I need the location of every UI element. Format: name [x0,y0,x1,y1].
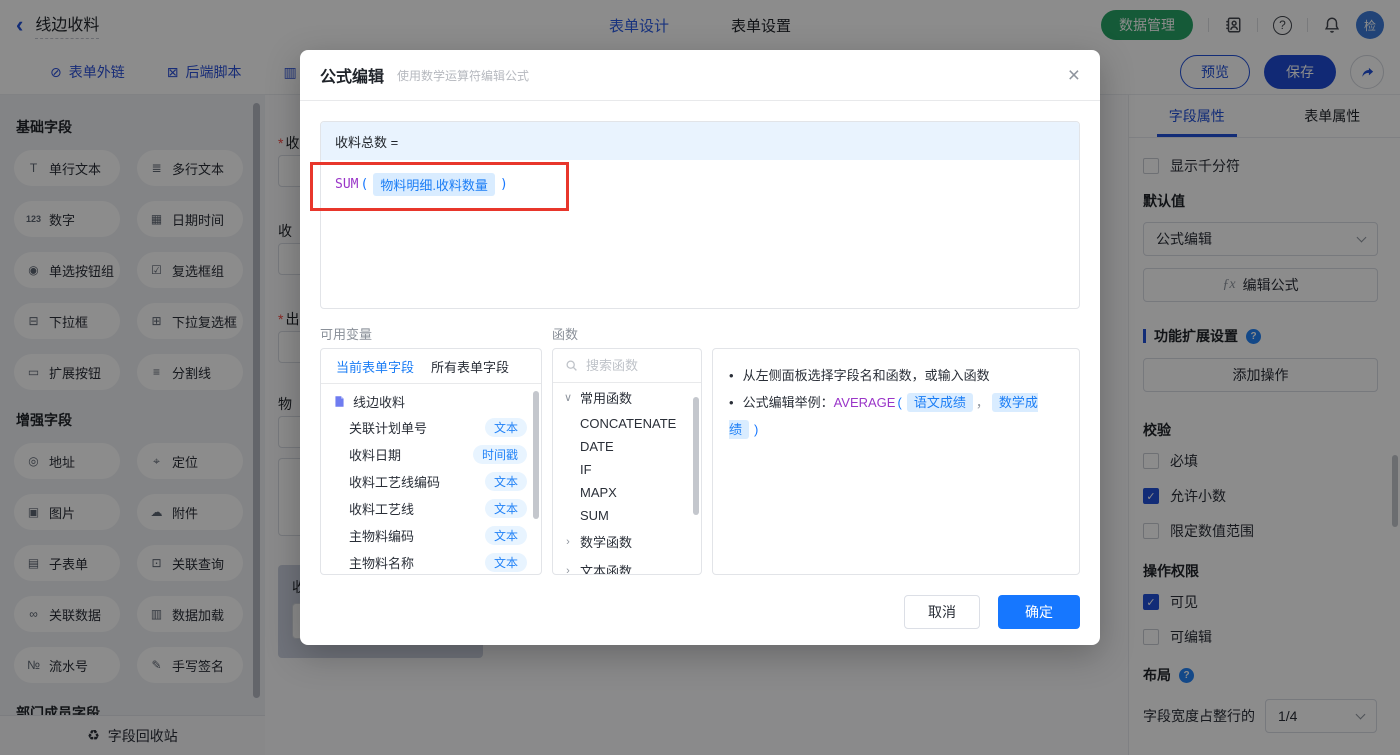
function-search-input[interactable] [586,358,686,373]
help-tip-2: 公式编辑举例：AVERAGE(语文成绩，数学成绩) [729,389,1063,443]
type-badge: 文本 [484,499,527,518]
comma: ， [975,395,989,410]
formula-function-name: SUM [335,177,359,192]
functions-label: 函数 [552,327,579,342]
function-item[interactable]: CONCATENATE [553,412,701,435]
function-item[interactable]: IF [553,458,701,481]
function-item[interactable]: MAPX [553,481,701,504]
function-group-math[interactable]: › 数学函数 [553,527,701,556]
modal-columns: 可用变量 当前表单字段 所有表单字段 线边收料 关联计划单号 文本 收料日期 时间戳… [320,324,1080,575]
functions-panel: ∨ 常用函数 CONCATENATE DATE IF MAPX SUM › 数学… [552,348,702,575]
confirm-button[interactable]: 确定 [998,595,1080,629]
app-window: ‹ 线边收料 表单设计 表单设置 数据管理 ? 检 ⊘ 表单外链 ⊠ 后端脚本 … [0,0,1400,755]
type-badge: 文本 [484,418,527,437]
tab-all-form-fields[interactable]: 所有表单字段 [431,357,509,376]
formula-target-bar: 收料总数 = [321,122,1079,160]
type-badge: 文本 [484,553,527,572]
open-paren: ( [360,177,369,192]
variables-panel: 当前表单字段 所有表单字段 线边收料 关联计划单号 文本 收料日期 时间戳 收料工艺… [320,348,542,575]
variables-tree-root[interactable]: 线边收料 [321,384,541,414]
help-tip-1: 从左侧面板选择字段名和函数，或输入函数 [729,362,1063,389]
function-item[interactable]: DATE [553,435,701,458]
close-icon[interactable]: × [1068,65,1080,86]
chevron-down-icon: ∨ [563,392,573,404]
help-label-spacer [712,324,1080,343]
modal-footer: 取消 确定 [904,595,1080,629]
modal-title: 公式编辑 [320,69,385,86]
type-badge: 时间戳 [472,445,527,464]
variables-scrollbar[interactable] [533,391,539,519]
variable-item[interactable]: 主物料编码 文本 [321,522,541,549]
chevron-right-icon: › [566,564,570,575]
functions-column: 函数 ∨ 常用函数 CONCATENATE DATE IF M [552,324,702,575]
variable-item[interactable]: 收料工艺线 文本 [321,495,541,522]
open-paren: ( [897,395,902,410]
help-column: 从左侧面板选择字段名和函数，或输入函数 公式编辑举例：AVERAGE(语文成绩，… [712,324,1080,575]
type-badge: 文本 [484,526,527,545]
example-field-token: 语文成绩 [906,393,973,412]
variable-item[interactable]: 主物料名称 文本 [321,549,541,574]
function-item[interactable]: SUM [553,504,701,527]
type-badge: 文本 [484,472,527,491]
tab-current-form-fields[interactable]: 当前表单字段 [336,357,414,376]
example-function-name: AVERAGE [833,395,896,410]
field-token-chip[interactable]: 物料明细.收料数量 [373,173,495,196]
function-group-common[interactable]: ∨ 常用函数 [553,383,701,412]
formula-input-area[interactable]: SUM( 物料明细.收料数量) [321,160,1079,209]
formula-editor-modal: 公式编辑 使用数学运算符编辑公式 × 收料总数 = SUM(物料明细.收料数量)… [300,50,1100,645]
function-search[interactable] [553,349,701,383]
variables-tabs: 当前表单字段 所有表单字段 [321,349,541,384]
modal-subtitle: 使用数学运算符编辑公式 [397,68,530,83]
cancel-button[interactable]: 取消 [904,595,980,629]
chevron-right-icon: › [566,535,570,548]
variable-item[interactable]: 收料日期 时间戳 [321,441,541,468]
form-file-icon [335,396,344,407]
search-icon [566,360,577,371]
close-paren: ) [754,422,759,437]
close-paren: ) [499,177,508,192]
functions-scrollbar[interactable] [693,397,699,515]
function-group-text[interactable]: › 文本函数 [553,556,701,575]
variable-item[interactable]: 关联计划单号 文本 [321,414,541,441]
formula-editor: 收料总数 = SUM( 物料明细.收料数量) [320,121,1080,309]
variable-item[interactable]: 收料工艺线编码 文本 [321,468,541,495]
modal-header: 公式编辑 使用数学运算符编辑公式 × [300,50,1100,101]
modal-body: 收料总数 = SUM(物料明细.收料数量) 可用变量 当前表单字段 所有表单字段 [300,101,1100,595]
help-panel: 从左侧面板选择字段名和函数，或输入函数 公式编辑举例：AVERAGE(语文成绩，… [712,348,1080,575]
variables-column: 可用变量 当前表单字段 所有表单字段 线边收料 关联计划单号 文本 收料日期 时间戳… [320,324,542,575]
variables-label: 可用变量 [320,327,373,342]
